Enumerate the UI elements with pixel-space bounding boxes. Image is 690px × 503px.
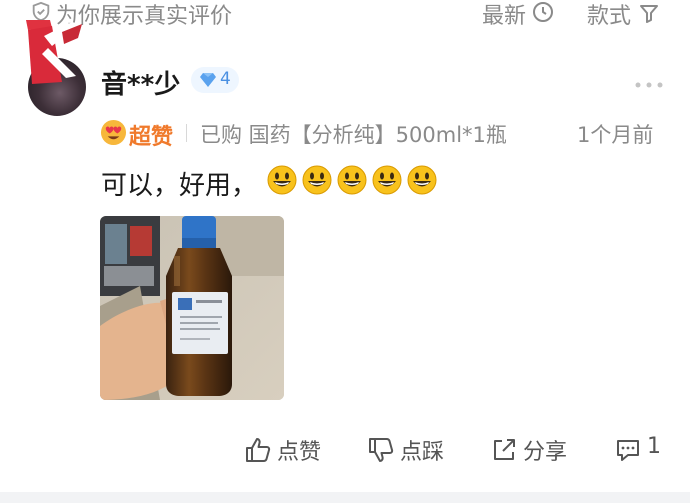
section-divider — [0, 492, 690, 503]
member-level: 4 — [220, 69, 231, 89]
review-actions: 点赞 点踩 分享 1 — [0, 430, 690, 470]
diamond-icon — [200, 73, 216, 87]
share-label: 分享 — [523, 440, 568, 465]
comment-icon — [617, 440, 639, 461]
review-text: 可以，好用， — [101, 171, 258, 201]
filter-icon[interactable] — [637, 1, 661, 25]
heart-eyes-face-icon — [100, 119, 127, 146]
share-icon — [494, 439, 515, 460]
dislike-label: 点踩 — [400, 440, 445, 465]
reviewer-name: 音**少 — [101, 70, 181, 100]
dislike-button[interactable]: 点踩 — [367, 434, 453, 466]
comment-button[interactable]: 1 — [614, 434, 664, 466]
divider — [186, 124, 187, 142]
rating-label: 超赞 — [129, 125, 174, 150]
thumbs-up-icon — [246, 438, 271, 462]
share-button[interactable]: 分享 — [490, 434, 576, 466]
member-level-badge: 4 — [191, 67, 239, 93]
style-filter-button[interactable]: 款式 — [587, 0, 631, 30]
watermark-logo — [26, 20, 82, 84]
more-options-icon[interactable] — [634, 80, 664, 90]
sort-latest-button[interactable]: 最新 — [482, 0, 526, 30]
review-photo[interactable] — [100, 216, 284, 400]
like-label: 点赞 — [277, 440, 322, 465]
grin-emoji-icon — [407, 165, 437, 195]
clock-icon[interactable] — [531, 0, 555, 24]
review-time: 1个月前 — [577, 123, 654, 147]
thumbs-down-icon — [369, 438, 394, 462]
purchased-variant: 已购 国药【分析纯】500ml*1瓶 — [200, 123, 507, 147]
reagent-bottle-image — [100, 216, 284, 400]
grin-emoji-icon — [267, 165, 297, 195]
like-button[interactable]: 点赞 — [244, 434, 330, 466]
grin-emoji-icon — [337, 165, 367, 195]
comment-count: 1 — [647, 434, 661, 459]
review-meta: 超赞 已购 国药【分析纯】500ml*1瓶 1个月前 — [98, 116, 668, 150]
review-header: 为你展示真实评价 最新 款式 — [0, 0, 690, 30]
grin-emoji-icon — [302, 165, 332, 195]
grin-emoji-icon — [372, 165, 402, 195]
